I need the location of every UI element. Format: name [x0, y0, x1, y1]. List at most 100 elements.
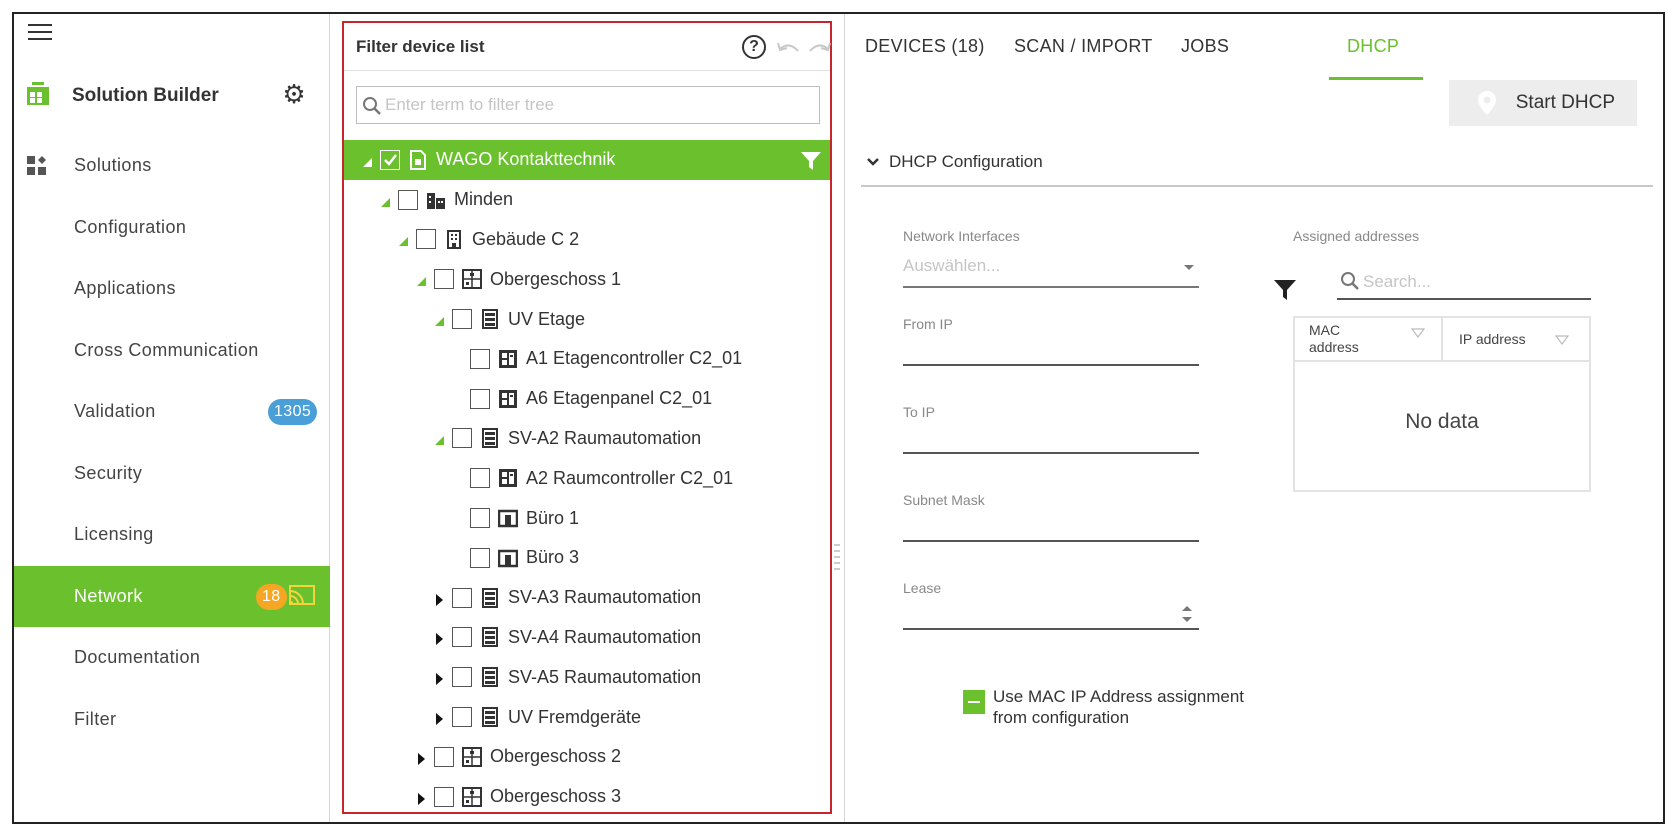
- tree-checkbox[interactable]: [452, 428, 472, 449]
- column-header-ip[interactable]: IP address: [1445, 318, 1591, 362]
- expanded-triangle-icon[interactable]: [378, 193, 392, 207]
- tab-scan-import[interactable]: SCAN / IMPORT: [1014, 36, 1153, 57]
- expanded-triangle-icon[interactable]: [432, 431, 446, 446]
- tree-row[interactable]: Büro 1: [344, 498, 830, 538]
- expanded-triangle-icon[interactable]: [414, 272, 428, 287]
- cabinet-icon: [480, 627, 500, 648]
- filter-icon[interactable]: [800, 150, 822, 172]
- tree-checkbox[interactable]: [380, 149, 400, 170]
- expanded-triangle-icon[interactable]: [396, 232, 410, 247]
- sidebar-item-configuration[interactable]: Configuration: [14, 197, 330, 259]
- tree-root-row[interactable]: WAGO Kontakttechnik: [344, 140, 830, 180]
- column-header-label: IP address: [1459, 331, 1526, 347]
- sidebar-item-label: Validation: [74, 401, 156, 422]
- expanded-triangle-icon[interactable]: [360, 153, 374, 167]
- tree-checkbox[interactable]: [434, 746, 454, 767]
- tab-devices[interactable]: DEVICES (18): [865, 36, 985, 57]
- panel-splitter-handle[interactable]: [833, 544, 841, 584]
- sidebar-item-label: Licensing: [74, 524, 154, 545]
- tree-checkbox[interactable]: [452, 587, 472, 608]
- sidebar-item-cross-communication[interactable]: Cross Communication: [14, 320, 330, 382]
- tree-row[interactable]: Minden: [344, 180, 830, 220]
- sidebar-item-label: Network: [74, 585, 143, 606]
- sidebar-item-solutions[interactable]: Solutions: [14, 135, 330, 197]
- controller-icon: [498, 468, 518, 488]
- sidebar-item-network[interactable]: Network 18: [14, 565, 330, 627]
- filter-icon[interactable]: [1273, 278, 1297, 302]
- tree-row[interactable]: Obergeschoss 1: [344, 259, 830, 299]
- column-header-mac[interactable]: MAC address: [1295, 318, 1443, 362]
- lease-stepper[interactable]: [903, 598, 1199, 632]
- tree-checkbox[interactable]: [452, 707, 472, 728]
- tree-panel-header: Filter device list ?: [344, 23, 832, 71]
- subnet-mask-field[interactable]: [903, 510, 1199, 544]
- tree-row-label: Obergeschoss 2: [490, 746, 622, 767]
- tree-checkbox[interactable]: [470, 508, 490, 529]
- stepper-up-icon[interactable]: [1181, 604, 1193, 612]
- collapsed-triangle-icon[interactable]: [432, 630, 446, 646]
- tree-row-label: UV Fremdgeräte: [508, 706, 642, 727]
- gear-icon[interactable]: ⚙: [280, 80, 308, 108]
- sidebar-item-label: Solutions: [74, 155, 152, 176]
- tree-checkbox[interactable]: [470, 468, 490, 489]
- sidebar-item-filter[interactable]: Filter: [14, 689, 330, 751]
- tab-dhcp[interactable]: DHCP: [1347, 36, 1399, 57]
- tree-row[interactable]: A6 Etagenpanel C2_01: [344, 379, 830, 419]
- tab-jobs[interactable]: JOBS: [1181, 36, 1229, 57]
- tree-row[interactable]: SV-A2 Raumautomation: [344, 419, 830, 459]
- tree-row[interactable]: SV-A5 Raumautomation: [344, 657, 830, 697]
- hamburger-menu-icon[interactable]: [28, 24, 52, 42]
- tree-checkbox[interactable]: [470, 348, 490, 369]
- tree-checkbox[interactable]: [452, 309, 472, 330]
- stepper-down-icon[interactable]: [1181, 616, 1193, 624]
- solution-builder-header[interactable]: Solution Builder ⚙: [14, 72, 330, 116]
- collapsed-triangle-icon[interactable]: [432, 710, 446, 726]
- tree-row[interactable]: SV-A3 Raumautomation: [344, 578, 830, 618]
- tree-checkbox[interactable]: [416, 229, 436, 250]
- assigned-search-input[interactable]: [1363, 268, 1587, 296]
- dhcp-configuration-header[interactable]: DHCP Configuration: [861, 143, 1653, 187]
- tree-checkbox[interactable]: [434, 786, 454, 807]
- tree-filter-input[interactable]: [385, 89, 815, 121]
- sidebar-item-applications[interactable]: Applications: [14, 258, 330, 320]
- tree-row[interactable]: UV Fremdgeräte: [344, 697, 830, 737]
- tree-checkbox[interactable]: [470, 547, 490, 568]
- sidebar-item-validation[interactable]: Validation 1305: [14, 381, 330, 443]
- tree-checkbox[interactable]: [470, 388, 490, 409]
- tree-checkbox[interactable]: [434, 269, 454, 290]
- tree-row[interactable]: SV-A4 Raumautomation: [344, 618, 830, 658]
- tree-checkbox[interactable]: [452, 667, 472, 688]
- app-frame: Solution Builder ⚙ Solutions Configurati…: [12, 12, 1665, 824]
- start-dhcp-button[interactable]: Start DHCP: [1449, 80, 1637, 126]
- collapsed-triangle-icon[interactable]: [414, 750, 428, 765]
- tree-row[interactable]: UV Etage: [344, 299, 830, 339]
- sidebar-item-security[interactable]: Security: [14, 443, 330, 505]
- redo-icon[interactable]: [806, 39, 832, 57]
- tree-row[interactable]: A2 Raumcontroller C2_01: [344, 458, 830, 498]
- tree-row[interactable]: A1 Etagencontroller C2_01: [344, 339, 830, 379]
- from-ip-field[interactable]: [903, 334, 1199, 368]
- tree-row[interactable]: Obergeschoss 3: [344, 777, 830, 817]
- column-filter-icon[interactable]: [1555, 335, 1569, 345]
- expanded-triangle-icon[interactable]: [432, 312, 446, 327]
- tree-row[interactable]: Büro 3: [344, 538, 830, 578]
- network-interfaces-select[interactable]: Auswählen...: [903, 250, 1199, 290]
- tree-checkbox[interactable]: [398, 189, 418, 210]
- tree-checkbox[interactable]: [452, 627, 472, 648]
- collapsed-triangle-icon[interactable]: [414, 790, 428, 805]
- collapsed-triangle-icon[interactable]: [432, 591, 446, 606]
- tree-row-label: SV-A5 Raumautomation: [508, 666, 702, 687]
- use-mac-checkbox[interactable]: [963, 690, 985, 714]
- sidebar-item-documentation[interactable]: Documentation: [14, 627, 330, 689]
- to-ip-field[interactable]: [903, 422, 1199, 456]
- collapsed-triangle-icon[interactable]: [432, 670, 446, 686]
- tree-row-label: Büro 1: [526, 507, 580, 528]
- sidebar-item-licensing[interactable]: Licensing: [14, 504, 330, 566]
- undo-icon[interactable]: [776, 39, 802, 57]
- sidebar-item-label: Security: [74, 462, 143, 483]
- tree-row[interactable]: Gebäude C 2: [344, 220, 830, 260]
- column-filter-icon[interactable]: [1411, 328, 1425, 338]
- tree-row[interactable]: Obergeschoss 2: [344, 737, 830, 777]
- sidebar-item-label: Configuration: [74, 216, 187, 237]
- help-icon[interactable]: ?: [742, 35, 766, 59]
